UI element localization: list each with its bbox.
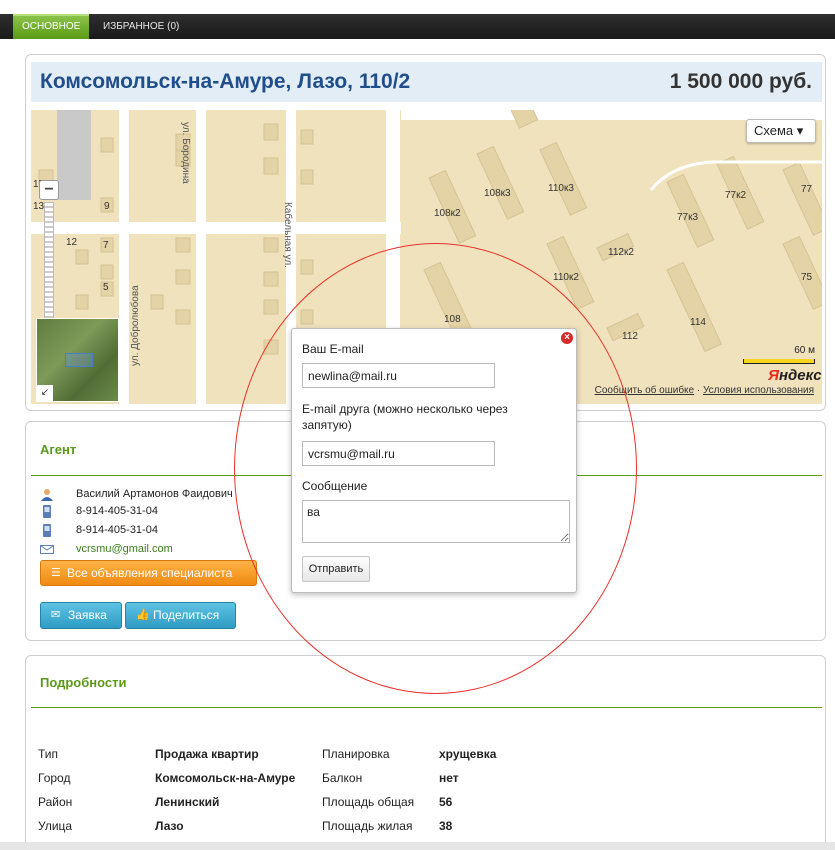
listing-title: Комсомольск-на-Амуре, Лазо, 110/2	[40, 70, 411, 93]
envelope-icon	[40, 545, 54, 554]
thumbs-up-icon: 👍	[136, 609, 150, 621]
details-panel	[25, 655, 826, 850]
building-label: 114	[690, 317, 706, 328]
mobile-phone-icon	[43, 505, 51, 518]
friend-email-label: E-mail друга (можно несколько через запя…	[302, 402, 508, 432]
collapse-minimap-icon[interactable]: ↙	[37, 385, 53, 401]
building-label: 77к3	[677, 212, 699, 223]
map-scale: 60 м	[743, 345, 815, 365]
yandex-logo[interactable]: Яндекс	[768, 367, 822, 384]
building-label: 12	[66, 237, 78, 248]
message-label: Сообщение	[302, 479, 368, 493]
scale-bar	[743, 359, 815, 364]
building-label: 7	[103, 240, 109, 251]
minimap-viewport[interactable]	[65, 353, 93, 367]
tab-favorites[interactable]: Избранное (0)	[94, 14, 188, 39]
message-textarea[interactable]: ва	[302, 500, 570, 543]
street-label-borodina: ул. Бородина	[180, 122, 191, 184]
top-tab-bar: Основное Избранное (0)	[0, 14, 835, 39]
street-label-dobrolyubova: ул. Добролюбова	[130, 285, 141, 366]
building-label: 9	[104, 201, 110, 212]
minimap[interactable]: ↙	[36, 318, 119, 402]
tab-main[interactable]: Основное	[13, 14, 90, 39]
envelope-icon: ✉	[51, 609, 61, 621]
close-popup-icon[interactable]: ×	[561, 332, 573, 344]
request-button[interactable]: ✉ Заявка	[40, 602, 122, 629]
scale-label: 60 м	[794, 345, 815, 356]
report-error-link[interactable]: Сообщить об ошибке	[595, 385, 694, 396]
details-divider	[31, 707, 822, 708]
agent-email-link[interactable]: vcrsmu@gmail.com	[76, 541, 173, 557]
terms-link[interactable]: Условия использования	[703, 385, 814, 396]
agent-heading: Агент	[40, 442, 77, 457]
building-label: 77к2	[725, 190, 747, 201]
list-icon: ☰	[51, 567, 61, 579]
building-label: 110к3	[548, 183, 574, 194]
listing-price: 1 500 000 руб.	[669, 70, 812, 93]
building-label: 5	[103, 282, 109, 293]
details-heading: Подробности	[40, 675, 127, 690]
agent-phone: 8-914-405-31-04	[76, 524, 158, 536]
map-type-dropdown[interactable]: Схема ▾	[746, 119, 816, 143]
your-email-label: Ваш E-mail	[302, 342, 364, 356]
street-label-kabelnaya: Кабельная ул.	[282, 202, 293, 268]
your-email-field[interactable]	[302, 363, 495, 388]
share-label: Поделиться	[153, 608, 220, 622]
building-label: 108	[444, 314, 461, 325]
all-listings-label: Все объявления специалиста	[67, 566, 233, 580]
building-label: 77	[801, 184, 813, 195]
share-button[interactable]: 👍 Поделиться	[125, 602, 236, 629]
page-bottom-strip	[0, 842, 835, 850]
map-footer-links: Сообщить об ошибке · Условия использован…	[594, 385, 814, 396]
building-label: 112к2	[608, 247, 634, 258]
request-label: Заявка	[68, 608, 107, 622]
mobile-phone-icon	[43, 524, 51, 537]
building-label: 75	[801, 272, 813, 283]
building-label: 108к2	[434, 208, 461, 219]
zoom-slider[interactable]	[44, 202, 54, 322]
all-listings-button[interactable]: ☰ Все объявления специалиста	[40, 560, 257, 586]
zoom-out-button[interactable]: −	[39, 180, 59, 200]
share-by-email-popup: × Ваш E-mail E-mail друга (можно несколь…	[291, 328, 577, 593]
listing-header: Комсомольск-на-Амуре, Лазо, 110/2 1 500 …	[31, 62, 822, 102]
agent-name: Василий Артамонов Фаидович	[76, 488, 233, 500]
friend-email-field[interactable]	[302, 441, 495, 466]
send-button[interactable]: Отправить	[302, 556, 370, 582]
building-label: 108к3	[484, 188, 511, 199]
person-icon	[41, 489, 53, 501]
agent-phone: 8-914-405-31-04	[76, 505, 158, 517]
building-label: 112	[622, 331, 638, 342]
building-label: 110к2	[553, 272, 579, 283]
